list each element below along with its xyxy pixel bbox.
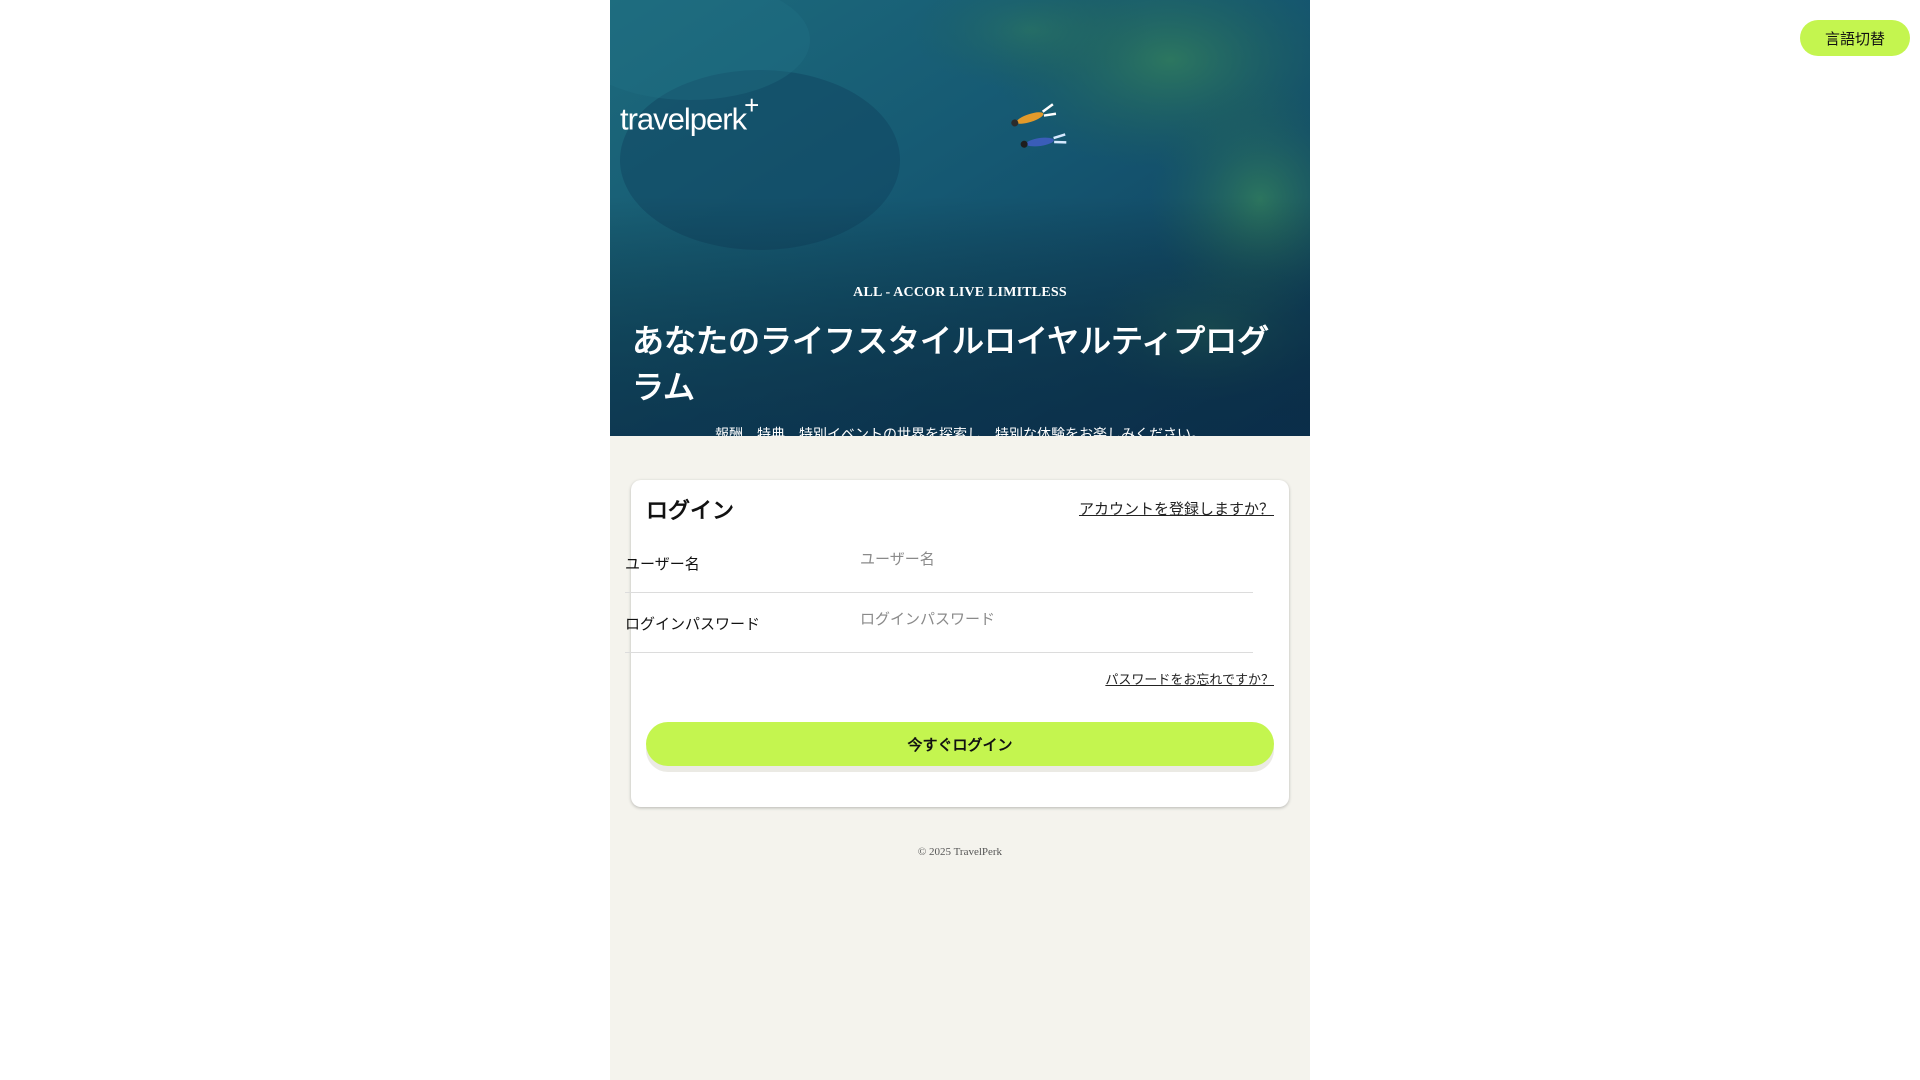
password-row: ログインパスワード bbox=[625, 593, 1253, 653]
password-label: ログインパスワード bbox=[625, 615, 761, 633]
username-row: ユーザー名 bbox=[625, 533, 1253, 593]
language-switch-button[interactable]: 言語切替 bbox=[1800, 20, 1910, 56]
username-label: ユーザー名 bbox=[625, 555, 700, 573]
login-submit-button[interactable]: 今すぐログイン bbox=[646, 722, 1274, 766]
footer-copyright: © 2025 TravelPerk bbox=[917, 846, 1003, 858]
travelperk-logo[interactable]: travelperk+ bbox=[620, 90, 759, 137]
hero-eyebrow: ALL - ACCOR LIVE LIMITLESS bbox=[853, 285, 1067, 300]
main-column: travelperk+ ALL - ACCOR LIVE LIMITLESS あ… bbox=[610, 0, 1310, 1080]
hero-title: あなたのライフスタイルロイヤルティプログラム bbox=[632, 322, 1270, 406]
username-input[interactable] bbox=[860, 543, 1250, 575]
hero-banner: travelperk+ ALL - ACCOR LIVE LIMITLESS あ… bbox=[610, 0, 1310, 436]
login-title: ログイン bbox=[646, 499, 735, 524]
snorkelers-illustration bbox=[1011, 103, 1067, 148]
register-account-link[interactable]: アカウントを登録しますか？ bbox=[1079, 498, 1274, 519]
logo-wordmark: travelperk bbox=[620, 101, 747, 137]
logo-plus-mark: + bbox=[744, 90, 759, 120]
forgot-password-link[interactable]: パスワードをお忘れですか？ bbox=[1105, 669, 1274, 688]
password-input[interactable] bbox=[860, 603, 1250, 635]
hero-subtitle: 報酬、特典、特別イベントの世界を探索し、特別な体験をお楽しみください。 bbox=[715, 427, 1205, 436]
page: 言語切替 travelperk+ ALL - ACCOR LIVE LIMITL… bbox=[0, 0, 1920, 1080]
